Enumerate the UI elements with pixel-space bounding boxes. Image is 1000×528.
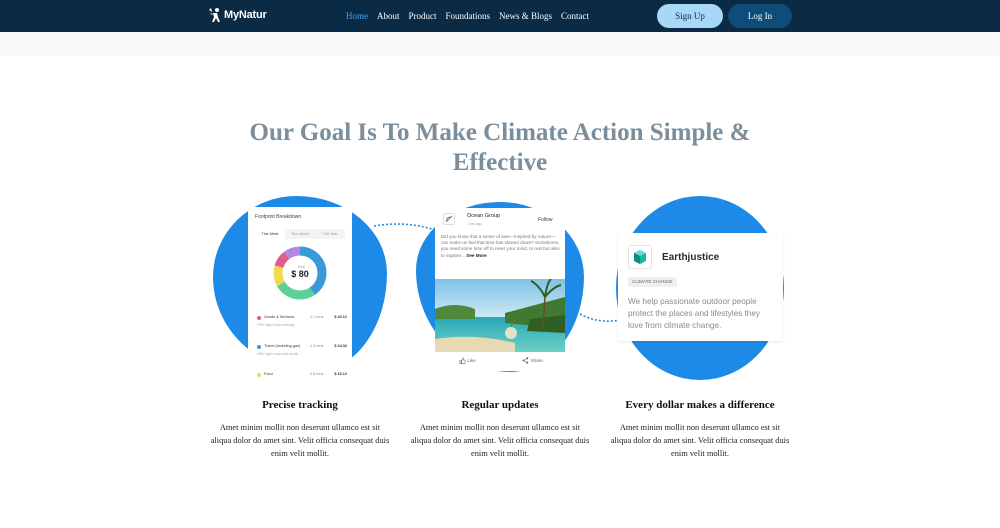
follow-button[interactable]: Follow (538, 217, 552, 223)
category-row[interactable]: Food 0.8 tons $ 16.12 (255, 372, 347, 383)
feature-desc-updates: Amet minim mollit non deserunt ullamco e… (410, 423, 590, 458)
nav-product[interactable]: Product (409, 11, 437, 21)
footprint-card: Footprint Breakdown This Week This Month… (248, 207, 352, 383)
category-row[interactable]: Goods & Services 2.1 tons $ 40.12 23% hi… (255, 315, 347, 331)
category-tons: 1.3 tons (310, 344, 324, 348)
feature-title-updates: Regular updates (461, 399, 539, 411)
cube-icon (634, 250, 646, 264)
post-card: Ocean Group 1 hrs ago Follow Did you kno… (435, 208, 565, 371)
like-label: Like (467, 358, 476, 363)
period-tabs: This Week This Month This Year (255, 229, 345, 239)
beach-photo (435, 279, 565, 352)
feature-title-tracking: Precise tracking (262, 399, 338, 411)
post-body: Did you know that a sense of awe—inspire… (441, 234, 561, 259)
leaf-icon (445, 215, 453, 223)
brand-name: MyNatur (224, 9, 267, 21)
log-in-button[interactable]: Log In (728, 4, 792, 28)
category-dot (257, 316, 261, 320)
nav-about[interactable]: About (377, 11, 400, 21)
like-button[interactable]: Like (435, 354, 500, 370)
feature-desc-tracking: Amet minim mollit non deserunt ullamco e… (210, 423, 390, 458)
nav-home[interactable]: Home (346, 11, 368, 21)
category-row[interactable]: Travel (including gas) 1.3 tons $ 24.32 … (255, 344, 347, 360)
main-nav: Home About Product Foundations News & Bl… (346, 11, 589, 21)
category-name: Travel (including gas) (264, 344, 301, 348)
footprint-title: Footprint Breakdown (255, 214, 302, 220)
sub-header-strip (0, 32, 1000, 56)
category-note: 28% higher than last month (257, 352, 299, 356)
post-text: Did you know that a sense of awe—inspire… (441, 234, 560, 258)
category-value: $ 24.32 (334, 344, 347, 348)
category-name: Food (264, 372, 273, 376)
feature-desc-donation: Amet minim mollit non deserunt ullamco e… (610, 423, 790, 458)
category-tag: CLIMATE CHANGE (628, 277, 677, 287)
group-name[interactable]: Ocean Group (467, 213, 500, 219)
post-actions: Like Share (435, 354, 565, 370)
group-avatar[interactable] (443, 213, 455, 225)
share-button[interactable]: Share (500, 354, 565, 370)
see-more-link[interactable]: See More (466, 253, 486, 258)
tab-this-month[interactable]: This Month (285, 229, 315, 239)
sign-up-button[interactable]: Sign Up (657, 4, 723, 28)
category-dot (257, 373, 261, 377)
post-time: 1 hrs ago (467, 222, 482, 226)
share-label: Share (530, 358, 543, 363)
nav-foundations[interactable]: Foundations (446, 11, 491, 21)
category-note: 23% higher than average (257, 323, 295, 327)
category-tons: 0.8 tons (310, 372, 324, 376)
category-value: $ 40.12 (334, 315, 347, 319)
total-amount: $ 80 (291, 269, 309, 279)
person-star-icon (209, 8, 220, 22)
thumbs-up-icon (459, 357, 466, 365)
category-tons: 2.1 tons (310, 315, 324, 319)
organization-card[interactable]: Earthjustice CLIMATE CHANGE We help pass… (618, 233, 783, 341)
share-icon (522, 357, 529, 365)
category-name: Goods & Services (264, 315, 295, 319)
feature-title-donation: Every dollar makes a difference (625, 399, 775, 411)
category-value: $ 16.12 (334, 372, 347, 376)
nav-contact[interactable]: Contact (561, 11, 589, 21)
page-headline: Our Goal Is To Make Climate Action Simpl… (249, 119, 751, 176)
top-navbar: MyNatur Home About Product Foundations N… (0, 0, 1000, 32)
nav-news-blogs[interactable]: News & Blogs (499, 11, 552, 21)
organization-description: We help passionate outdoor people protec… (628, 297, 760, 330)
brand-logo[interactable]: MyNatur (208, 7, 267, 23)
category-dot (257, 345, 261, 349)
tab-this-week[interactable]: This Week (255, 229, 285, 239)
organization-name: Earthjustice (662, 252, 720, 263)
tab-this-year[interactable]: This Year (315, 229, 345, 239)
earthjustice-logo (628, 245, 652, 269)
